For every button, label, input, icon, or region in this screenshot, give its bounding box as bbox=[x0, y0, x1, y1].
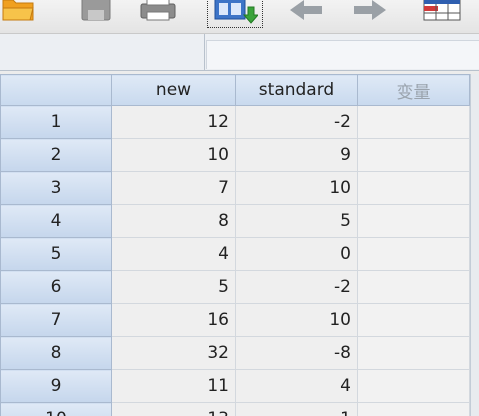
cell-new[interactable]: 10 bbox=[111, 138, 236, 172]
cell-empty[interactable] bbox=[357, 402, 470, 416]
table-row: 2 10 9 bbox=[0, 138, 470, 172]
row-header[interactable]: 3 bbox=[0, 171, 112, 205]
table-row: 10 13 1 bbox=[0, 402, 470, 416]
row-header[interactable]: 8 bbox=[0, 336, 112, 370]
cell-new[interactable]: 32 bbox=[111, 336, 236, 370]
grid-right-edge bbox=[470, 74, 479, 416]
cell-editor-bar bbox=[0, 34, 479, 71]
table-row: 4 8 5 bbox=[0, 204, 470, 238]
table-row: 5 4 0 bbox=[0, 237, 470, 271]
cell-new[interactable]: 5 bbox=[111, 270, 236, 304]
row-header[interactable]: 2 bbox=[0, 138, 112, 172]
cell-new[interactable]: 13 bbox=[111, 402, 236, 416]
cell-empty[interactable] bbox=[357, 204, 470, 238]
save-icon[interactable] bbox=[78, 0, 114, 24]
table-row: 1 12 -2 bbox=[0, 105, 470, 139]
row-header[interactable]: 6 bbox=[0, 270, 112, 304]
row-header[interactable]: 10 bbox=[0, 402, 112, 416]
cell-standard[interactable]: 1 bbox=[235, 402, 358, 416]
corner-header[interactable] bbox=[0, 74, 112, 106]
cell-empty[interactable] bbox=[357, 171, 470, 205]
cell-empty[interactable] bbox=[357, 369, 470, 403]
cell-new[interactable]: 12 bbox=[111, 105, 236, 139]
cell-empty[interactable] bbox=[357, 303, 470, 337]
cell-standard[interactable]: -8 bbox=[235, 336, 358, 370]
cell-standard[interactable]: 5 bbox=[235, 204, 358, 238]
cell-standard[interactable]: 9 bbox=[235, 138, 358, 172]
open-folder-icon[interactable] bbox=[0, 0, 36, 24]
cell-empty[interactable] bbox=[357, 105, 470, 139]
cell-standard[interactable]: 10 bbox=[235, 303, 358, 337]
variables-icon[interactable] bbox=[418, 0, 466, 24]
cell-content-input[interactable] bbox=[206, 40, 479, 69]
row-header[interactable]: 1 bbox=[0, 105, 112, 139]
data-grid: new standard 变量 1 12 -2 2 10 9 3 7 10 4 … bbox=[0, 74, 479, 416]
print-icon[interactable] bbox=[136, 0, 180, 24]
cell-new[interactable]: 16 bbox=[111, 303, 236, 337]
column-header-standard[interactable]: standard bbox=[235, 74, 358, 106]
column-header-new[interactable]: new bbox=[111, 74, 236, 106]
recall-dialog-icon[interactable] bbox=[207, 0, 263, 28]
cell-empty[interactable] bbox=[357, 270, 470, 304]
column-header-variable[interactable]: 变量 bbox=[357, 74, 470, 106]
row-header[interactable]: 9 bbox=[0, 369, 112, 403]
cell-standard[interactable]: 10 bbox=[235, 171, 358, 205]
cell-new[interactable]: 7 bbox=[111, 171, 236, 205]
table-row: 6 5 -2 bbox=[0, 270, 470, 304]
row-header[interactable]: 7 bbox=[0, 303, 112, 337]
cell-new[interactable]: 4 bbox=[111, 237, 236, 271]
cell-empty[interactable] bbox=[357, 237, 470, 271]
cell-empty[interactable] bbox=[357, 336, 470, 370]
row-header[interactable]: 5 bbox=[0, 237, 112, 271]
toolbar bbox=[0, 0, 479, 34]
table-row: 7 16 10 bbox=[0, 303, 470, 337]
cell-standard[interactable]: -2 bbox=[235, 105, 358, 139]
row-header[interactable]: 4 bbox=[0, 204, 112, 238]
cell-new[interactable]: 11 bbox=[111, 369, 236, 403]
cell-standard[interactable]: 4 bbox=[235, 369, 358, 403]
data-table: new standard 变量 1 12 -2 2 10 9 3 7 10 4 … bbox=[0, 74, 470, 416]
cell-standard[interactable]: -2 bbox=[235, 270, 358, 304]
table-row: 9 11 4 bbox=[0, 369, 470, 403]
table-row: 8 32 -8 bbox=[0, 336, 470, 370]
cell-new[interactable]: 8 bbox=[111, 204, 236, 238]
undo-redo-icon[interactable] bbox=[286, 0, 390, 24]
cell-name-box[interactable] bbox=[0, 34, 205, 70]
table-row: 3 7 10 bbox=[0, 171, 470, 205]
cell-empty[interactable] bbox=[357, 138, 470, 172]
cell-standard[interactable]: 0 bbox=[235, 237, 358, 271]
